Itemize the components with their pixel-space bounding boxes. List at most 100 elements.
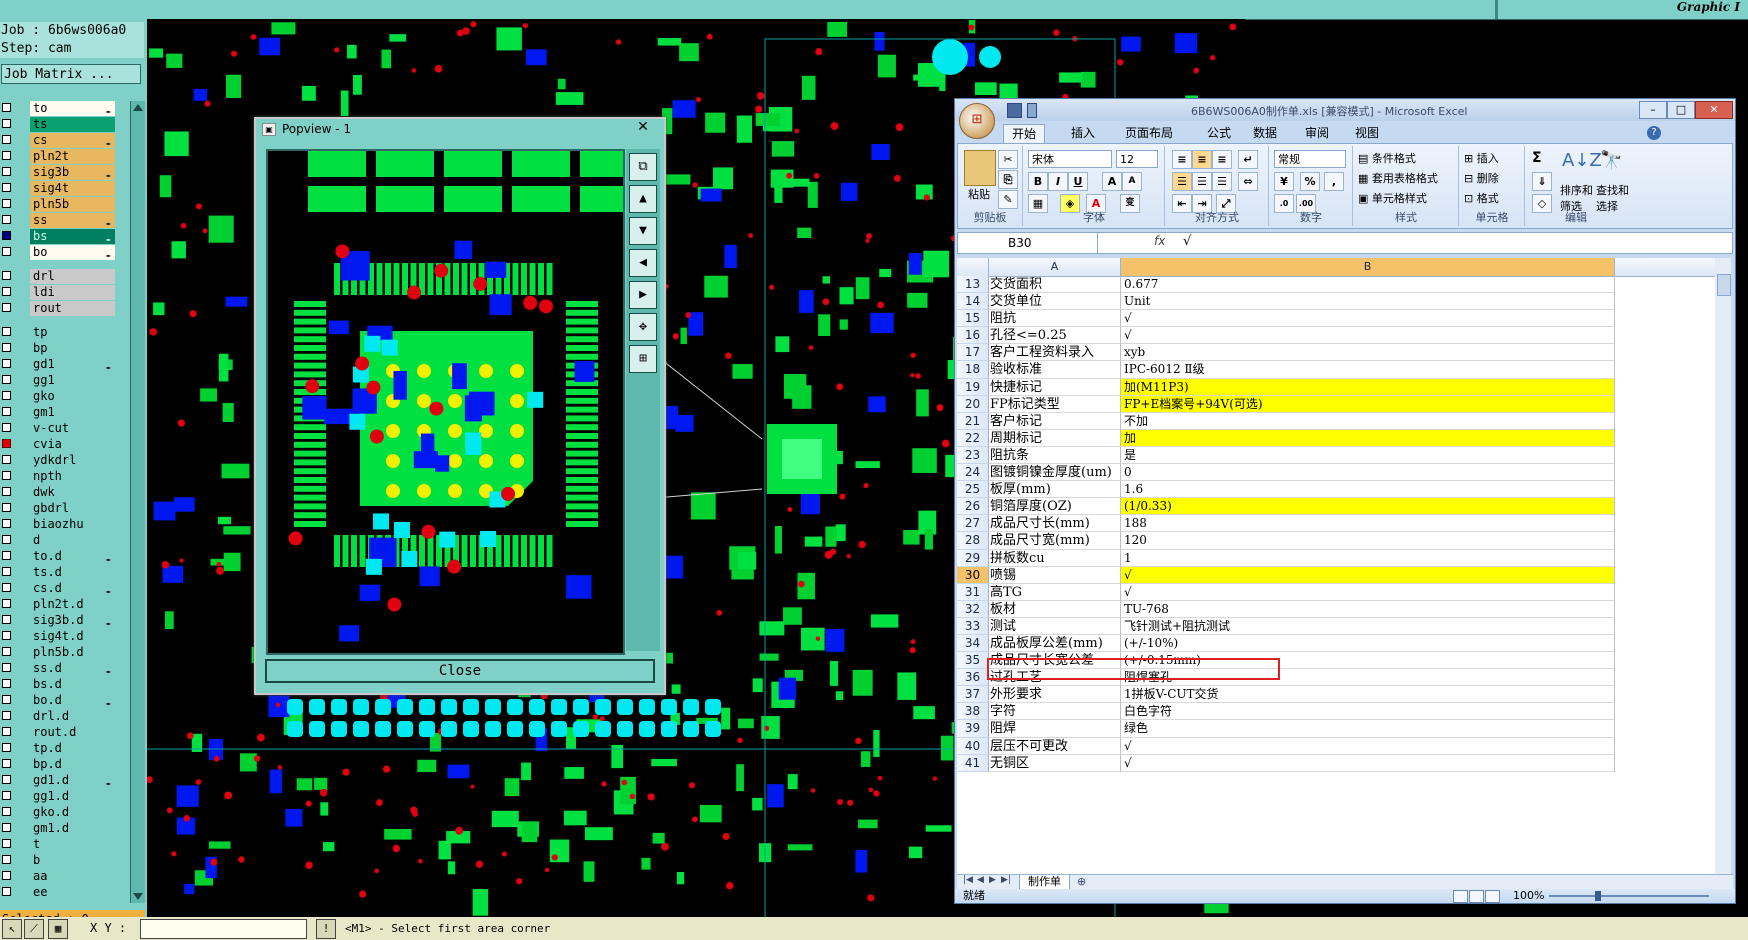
layer-name[interactable]: dwk	[30, 485, 115, 500]
paste-button[interactable]: 粘贴	[968, 186, 990, 202]
formula-input[interactable]: √	[1183, 234, 1191, 249]
cell-a[interactable]: 拼板数cu	[989, 549, 1121, 567]
cell-a[interactable]: 快捷标记	[989, 378, 1121, 396]
layer-name[interactable]: gg1	[30, 373, 115, 388]
cell-b[interactable]: √	[1121, 327, 1615, 345]
row-number[interactable]: 18	[957, 361, 989, 379]
sheet-first-icon[interactable]: |◀	[963, 875, 973, 885]
layer-checkbox[interactable]	[2, 807, 11, 816]
cell-a[interactable]: 周期标记	[989, 429, 1121, 447]
layer-name[interactable]: ss ✒	[30, 213, 115, 228]
popview-tool-icon[interactable]: ▲	[629, 185, 657, 213]
layer-row[interactable]: cs.d ✒	[0, 581, 117, 596]
layer-name[interactable]: gm1.d	[30, 821, 115, 836]
autosum-button[interactable]: Σ	[1532, 150, 1542, 166]
layer-checkbox[interactable]	[2, 247, 11, 256]
layer-name[interactable]: gg1.d	[30, 789, 115, 804]
align-left-icon[interactable]: ☰	[1172, 172, 1192, 191]
cell-b[interactable]: √	[1121, 583, 1615, 601]
layer-name[interactable]: rout.d	[30, 725, 115, 740]
layer-row[interactable]: pln5b.d	[0, 645, 117, 660]
layer-row[interactable]: sig4t.d	[0, 629, 117, 644]
cell-a[interactable]: 成品尺寸长宽公差	[989, 652, 1121, 670]
layer-row[interactable]: gko.d	[0, 805, 117, 820]
layer-checkbox[interactable]	[2, 287, 11, 296]
row-number[interactable]: 36	[957, 669, 989, 687]
zoom-slider-thumb[interactable]	[1595, 891, 1601, 901]
layer-checkbox[interactable]	[2, 119, 11, 128]
comma-button[interactable]: ,	[1324, 172, 1344, 191]
scroll-down-icon[interactable]	[133, 893, 143, 900]
italic-button[interactable]: I	[1048, 172, 1068, 191]
layer-checkbox[interactable]	[2, 519, 11, 528]
layer-checkbox[interactable]	[2, 631, 11, 640]
job-matrix-button[interactable]: Job Matrix ...	[1, 64, 141, 84]
layer-checkbox[interactable]	[2, 759, 11, 768]
cell-a[interactable]: 交货单位	[989, 293, 1121, 311]
layer-checkbox[interactable]	[2, 615, 11, 624]
sheet-prev-icon[interactable]: ◀	[977, 875, 984, 885]
pointer-icon[interactable]: ↖	[2, 919, 22, 939]
layer-row[interactable]: bp	[0, 341, 117, 356]
row-number[interactable]: 23	[957, 446, 989, 465]
layer-row[interactable]: dwk	[0, 485, 117, 500]
layer-checkbox[interactable]	[2, 103, 11, 112]
layer-checkbox[interactable]	[2, 391, 11, 400]
cell-a[interactable]: FP标记类型	[989, 395, 1121, 413]
layer-checkbox[interactable]	[2, 663, 11, 672]
cell-b[interactable]: √	[1121, 310, 1615, 328]
layer-checkbox[interactable]	[2, 551, 11, 560]
layer-row[interactable]: pln2t	[0, 149, 117, 164]
currency-icon[interactable]: ¥	[1274, 172, 1294, 191]
layer-name[interactable]: sig4t	[30, 181, 115, 196]
layer-name[interactable]: t	[30, 837, 115, 852]
cell-b[interactable]: 加	[1121, 429, 1615, 447]
layer-checkbox[interactable]	[2, 487, 11, 496]
row-number[interactable]: 33	[957, 617, 989, 635]
layer-name[interactable]: gm1	[30, 405, 115, 420]
popview-close-icon[interactable]: ✕	[632, 119, 654, 135]
layer-row[interactable]: pln5b	[0, 197, 117, 212]
layer-name[interactable]: gbdrl	[30, 501, 115, 516]
row-number[interactable]: 38	[957, 703, 989, 721]
row-number[interactable]: 30	[957, 566, 989, 584]
layer-row[interactable]: sig3b.d ✒	[0, 613, 117, 628]
layer-name[interactable]: tp.d	[30, 741, 115, 756]
align-bottom-icon[interactable]: ≡	[1212, 150, 1232, 169]
layer-name[interactable]: d	[30, 533, 115, 548]
popview-close-button[interactable]: Close	[265, 659, 655, 683]
cell-a[interactable]: 图镀铜镍金厚度(um)	[989, 464, 1121, 482]
layer-row[interactable]: ldi	[0, 285, 117, 300]
popview-tool-icon[interactable]: ▼	[629, 217, 657, 245]
measure-icon[interactable]: ⟋	[24, 919, 44, 939]
cell-a[interactable]: 交货面积	[989, 276, 1121, 294]
tab-insert[interactable]: 插入	[1063, 124, 1103, 143]
layer-row[interactable]: bp.d	[0, 757, 117, 772]
cell-b[interactable]: 不加	[1121, 412, 1615, 430]
insert-function-icon[interactable]: fx	[1154, 234, 1165, 248]
tab-home[interactable]: 开始	[1003, 124, 1046, 144]
align-right-icon[interactable]: ☰	[1212, 172, 1232, 191]
vertical-scrollbar[interactable]	[1715, 258, 1731, 874]
cell-a[interactable]: 高TG	[989, 583, 1121, 601]
layer-name[interactable]: pln5b.d	[30, 645, 115, 660]
layer-checkbox[interactable]	[2, 711, 11, 720]
row-number[interactable]: 22	[957, 429, 989, 447]
layer-checkbox[interactable]	[2, 567, 11, 576]
layer-row[interactable]: cvia	[0, 437, 117, 452]
cell-a[interactable]: 过孔工艺	[989, 669, 1121, 687]
row-number[interactable]: 28	[957, 532, 989, 550]
layer-checkbox[interactable]	[2, 135, 11, 144]
cell-b[interactable]: FP+E档案号+94V(可选)	[1121, 395, 1615, 413]
sheet-next-icon[interactable]: ▶	[989, 875, 996, 885]
layer-checkbox[interactable]	[2, 871, 11, 880]
layer-row[interactable]: cs ✒	[0, 133, 117, 148]
cell-b[interactable]: 0.677	[1121, 276, 1615, 294]
cell-b[interactable]: xyb	[1121, 344, 1615, 362]
merge-center-icon[interactable]: ⇔	[1238, 172, 1258, 191]
cell-b[interactable]: √	[1121, 754, 1615, 772]
copy-icon[interactable]: ⎘	[998, 170, 1018, 189]
layer-checkbox[interactable]	[2, 503, 11, 512]
save-icon[interactable]	[1007, 103, 1022, 118]
layer-row[interactable]: npth	[0, 469, 117, 484]
